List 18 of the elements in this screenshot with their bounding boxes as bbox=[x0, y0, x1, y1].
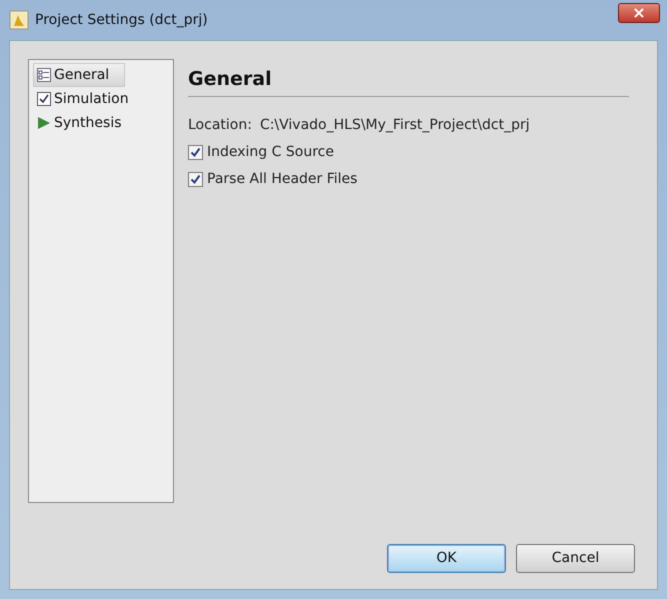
window-title: Project Settings (dct_prj) bbox=[35, 10, 208, 30]
checkbox[interactable] bbox=[188, 172, 203, 187]
checkbox-label: Indexing C Source bbox=[207, 143, 334, 162]
checkbox-icon bbox=[37, 92, 51, 106]
sidebar-item[interactable]: Synthesis bbox=[33, 111, 126, 135]
close-button[interactable]: × bbox=[618, 3, 660, 23]
checkbox-label: Parse All Header Files bbox=[207, 170, 358, 189]
play-icon bbox=[37, 116, 51, 130]
section-heading: General bbox=[188, 65, 629, 96]
app-icon bbox=[9, 10, 29, 30]
location-value: C:\Vivado_HLS\My_First_Project\dct_prj bbox=[260, 116, 530, 134]
dialog-button[interactable]: OK bbox=[387, 544, 506, 573]
checkbox[interactable] bbox=[188, 145, 203, 160]
list-icon bbox=[37, 68, 51, 82]
dialog-button[interactable]: Cancel bbox=[516, 544, 635, 573]
sidebar-item[interactable]: General bbox=[33, 63, 125, 87]
location-label: Location: bbox=[188, 116, 252, 134]
sidebar-item[interactable]: Simulation bbox=[33, 87, 133, 111]
